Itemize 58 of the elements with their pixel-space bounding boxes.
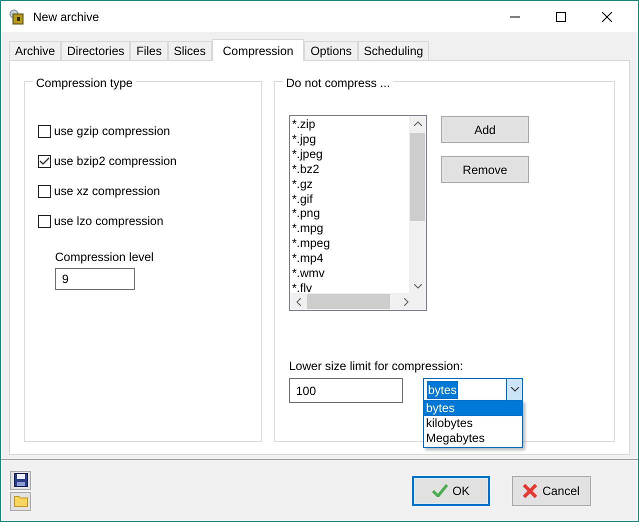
checkbox[interactable] [38, 184, 51, 198]
window-title: New archive [33, 8, 100, 26]
dropdown-button[interactable] [506, 379, 522, 400]
scrollbar-thumb[interactable] [410, 133, 425, 221]
dropdown-option[interactable]: bytes [424, 401, 522, 416]
tab[interactable]: Scheduling [358, 41, 430, 60]
checkbox[interactable] [38, 214, 51, 228]
input-field[interactable]: 100 [289, 378, 403, 403]
close-icon [523, 484, 538, 498]
scroll-down-icon[interactable] [414, 284, 422, 289]
tab[interactable]: Archive [9, 41, 62, 60]
add-button[interactable]: Add [441, 116, 529, 143]
vertical-scrollbar[interactable] [409, 116, 426, 294]
list-item[interactable]: *.mp4 [292, 251, 324, 266]
unit-dropdown[interactable]: bytes [423, 378, 523, 401]
list-item[interactable]: *.jpeg [292, 146, 323, 162]
list-item[interactable]: *.bz2 [292, 162, 320, 177]
list-item[interactable]: *.zip [292, 117, 316, 132]
list-item[interactable]: *.png [292, 206, 320, 222]
list-item[interactable]: *.wmv [292, 266, 325, 281]
list-box[interactable]: *.zip *.jpg *.jpeg *.bz2 *.gz *.gif *.png *.mpg *.mpeg *.mp4 *.wmv *.flv [289, 115, 427, 311]
horizontal-scrollbar[interactable] [290, 293, 426, 310]
field-label: Compression level [55, 249, 155, 266]
checkbox-label[interactable]: use lzo compression [54, 212, 164, 230]
cancel-button[interactable]: Cancel [512, 476, 591, 506]
checkbox[interactable] [38, 124, 51, 138]
list-item[interactable]: *.jpg [292, 132, 316, 147]
scroll-right-icon[interactable] [404, 298, 409, 306]
archive-icon [9, 8, 25, 24]
ok-button[interactable]: OK [412, 476, 490, 506]
list-item[interactable]: *.mpg [292, 221, 324, 236]
list-item[interactable]: *.gif [292, 192, 313, 206]
tab[interactable]: Options [304, 41, 358, 60]
save-button[interactable] [10, 470, 31, 490]
dropdown-option[interactable]: kilobytes [424, 416, 522, 431]
tab[interactable]: Directories [61, 41, 130, 60]
tab[interactable]: Files [130, 41, 168, 60]
list-item[interactable]: *.mpeg [292, 236, 330, 252]
folder-icon [14, 495, 28, 507]
close-icon[interactable] [602, 12, 612, 22]
maximize-icon[interactable] [556, 12, 566, 22]
scroll-up-icon[interactable] [414, 121, 422, 126]
scrollbar-thumb[interactable] [307, 294, 390, 309]
tab[interactable]: Slices [168, 41, 212, 60]
checkmark-icon [432, 484, 448, 497]
tab[interactable]: Compression [212, 39, 304, 61]
scroll-left-icon[interactable] [296, 298, 301, 306]
remove-button[interactable]: Remove [441, 156, 529, 183]
chevron-down-icon [510, 387, 518, 392]
list-item[interactable]: *.flv [292, 280, 312, 294]
dropdown-option[interactable]: Megabytes [424, 431, 522, 446]
list-item[interactable]: *.gz [292, 176, 313, 192]
checkbox-label[interactable]: use gzip compression [54, 122, 170, 140]
checkbox-label[interactable]: use bzip2 compression [54, 152, 177, 170]
checkbox-label[interactable]: use xz compression [54, 182, 160, 200]
field-label: Lower size limit for compression: [289, 358, 464, 375]
input-field[interactable]: 9 [55, 268, 135, 290]
checkbox[interactable] [38, 154, 51, 168]
